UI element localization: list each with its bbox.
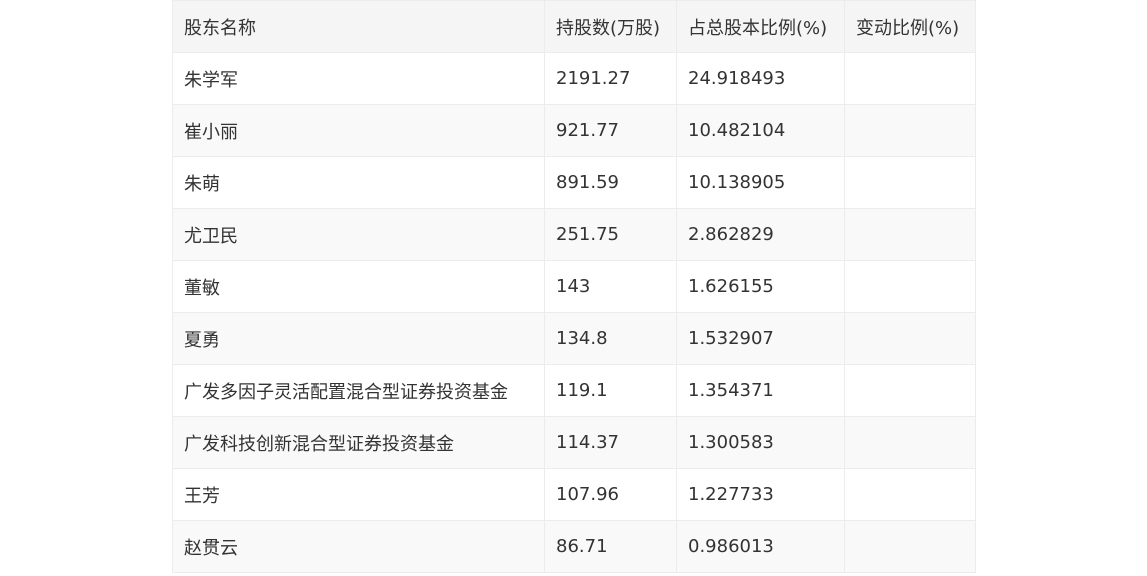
table-row: 董敏 143 1.626155 <box>172 260 976 313</box>
cell-ratio: 1.227733 <box>676 468 845 521</box>
cell-name: 董敏 <box>172 260 545 313</box>
cell-change <box>844 52 976 105</box>
cell-change <box>844 520 976 573</box>
header-shares: 持股数(万股) <box>544 0 677 53</box>
cell-shares: 2191.27 <box>544 52 677 105</box>
cell-change <box>844 104 976 157</box>
cell-change <box>844 312 976 365</box>
cell-change <box>844 416 976 469</box>
cell-ratio: 1.532907 <box>676 312 845 365</box>
cell-ratio: 2.862829 <box>676 208 845 261</box>
cell-change <box>844 208 976 261</box>
cell-change <box>844 468 976 521</box>
header-ratio: 占总股本比例(%) <box>676 0 845 53</box>
table-row: 赵贯云 86.71 0.986013 <box>172 520 976 573</box>
cell-name: 广发科技创新混合型证券投资基金 <box>172 416 545 469</box>
cell-shares: 143 <box>544 260 677 313</box>
cell-ratio: 0.986013 <box>676 520 845 573</box>
header-change: 变动比例(%) <box>844 0 976 53</box>
cell-shares: 119.1 <box>544 364 677 417</box>
cell-name: 尤卫民 <box>172 208 545 261</box>
cell-ratio: 1.626155 <box>676 260 845 313</box>
cell-ratio: 1.300583 <box>676 416 845 469</box>
cell-shares: 921.77 <box>544 104 677 157</box>
table-row: 广发多因子灵活配置混合型证券投资基金 119.1 1.354371 <box>172 364 976 417</box>
cell-change <box>844 364 976 417</box>
cell-name: 朱萌 <box>172 156 545 209</box>
table-row: 广发科技创新混合型证券投资基金 114.37 1.300583 <box>172 416 976 469</box>
cell-ratio: 10.482104 <box>676 104 845 157</box>
cell-shares: 891.59 <box>544 156 677 209</box>
cell-shares: 251.75 <box>544 208 677 261</box>
table-row: 夏勇 134.8 1.532907 <box>172 312 976 365</box>
cell-name: 夏勇 <box>172 312 545 365</box>
cell-ratio: 10.138905 <box>676 156 845 209</box>
shareholder-table: 股东名称 持股数(万股) 占总股本比例(%) 变动比例(%) 朱学军 2191.… <box>172 0 976 573</box>
table-row: 崔小丽 921.77 10.482104 <box>172 104 976 157</box>
cell-change <box>844 260 976 313</box>
cell-change <box>844 156 976 209</box>
cell-name: 王芳 <box>172 468 545 521</box>
table-row: 朱学军 2191.27 24.918493 <box>172 52 976 105</box>
header-shareholder-name: 股东名称 <box>172 0 545 53</box>
table-row: 尤卫民 251.75 2.862829 <box>172 208 976 261</box>
table-row: 王芳 107.96 1.227733 <box>172 468 976 521</box>
cell-shares: 86.71 <box>544 520 677 573</box>
table-header-row: 股东名称 持股数(万股) 占总股本比例(%) 变动比例(%) <box>172 0 976 53</box>
cell-name: 广发多因子灵活配置混合型证券投资基金 <box>172 364 545 417</box>
cell-name: 崔小丽 <box>172 104 545 157</box>
cell-name: 朱学军 <box>172 52 545 105</box>
cell-ratio: 24.918493 <box>676 52 845 105</box>
cell-ratio: 1.354371 <box>676 364 845 417</box>
cell-name: 赵贯云 <box>172 520 545 573</box>
cell-shares: 134.8 <box>544 312 677 365</box>
cell-shares: 114.37 <box>544 416 677 469</box>
table-row: 朱萌 891.59 10.138905 <box>172 156 976 209</box>
cell-shares: 107.96 <box>544 468 677 521</box>
